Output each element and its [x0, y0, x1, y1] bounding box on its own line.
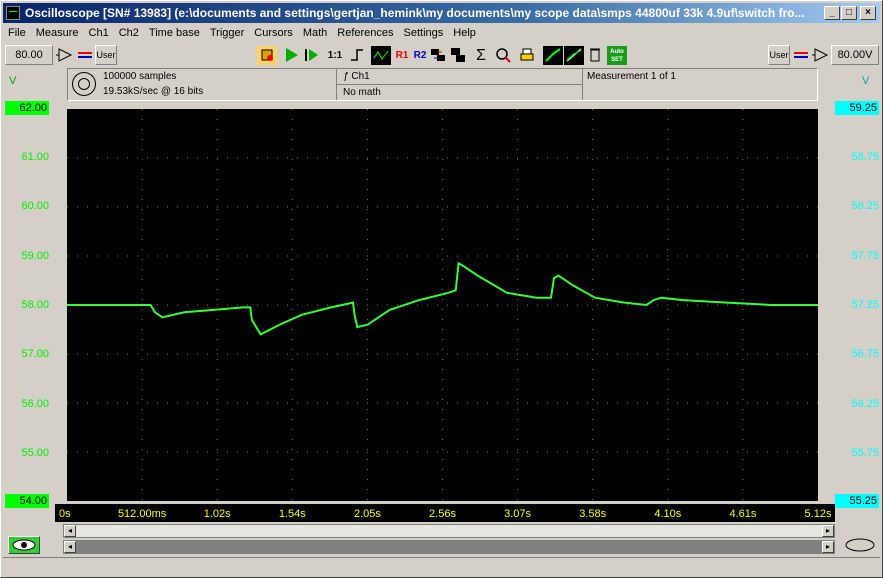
lens-icon[interactable]	[843, 536, 877, 554]
oscilloscope-window: Oscilloscope [SN# 13983] (e:\documents a…	[0, 0, 883, 578]
right-axis-bottom-value: 55.25	[835, 494, 879, 508]
right-axis-tick: 57.75	[851, 250, 879, 262]
scroll-left-icon[interactable]: ◂	[64, 525, 76, 537]
time-axis-tick: 2.05s	[353, 508, 381, 520]
menu-references[interactable]: References	[332, 24, 398, 42]
right-axis-top-value: 59.25	[835, 101, 879, 115]
left-axis-tick: 56.00	[21, 398, 49, 410]
ch2-user-button[interactable]: User	[768, 45, 790, 65]
title-bar[interactable]: Oscilloscope [SN# 13983] (e:\documents a…	[3, 3, 880, 23]
right-axis-tick: 58.75	[851, 151, 879, 163]
sample-rate: 19.53kS/sec @ 16 bits	[103, 86, 204, 97]
right-axis-tick: 57.25	[851, 299, 879, 311]
print-icon[interactable]	[517, 46, 537, 65]
one-to-one-button[interactable]: 1:1	[325, 46, 345, 65]
reference-r2-button[interactable]: R2	[410, 46, 430, 65]
math-status: No math	[343, 87, 381, 98]
left-axis-tick: 60.00	[21, 200, 49, 212]
math-channel-label[interactable]: ƒ Ch1	[340, 69, 370, 84]
time-axis-tick: 3.58s	[579, 508, 607, 520]
persistence-icon[interactable]	[564, 46, 584, 65]
ch1-trace	[67, 261, 818, 336]
menu-trigger[interactable]: Trigger	[205, 24, 249, 42]
plot-grid	[67, 109, 818, 501]
menu-math[interactable]: Math	[298, 24, 332, 42]
menu-measure[interactable]: Measure	[31, 24, 84, 42]
ch2-input-icon[interactable]	[811, 46, 831, 65]
auto-set-button[interactable]: Auto SET	[607, 46, 627, 65]
scope-view-icon[interactable]	[371, 46, 391, 65]
left-axis-tick: 57.00	[21, 348, 49, 360]
measurement-label: Measurement 1 of 1	[587, 71, 676, 82]
ch1-user-button[interactable]: User	[95, 45, 117, 65]
oscilloscope-plot[interactable]	[67, 109, 818, 501]
signal-generator-icon[interactable]	[72, 72, 96, 96]
time-axis-tick: 5.12s	[804, 508, 832, 520]
ch2-coupling-icon[interactable]	[791, 46, 811, 65]
left-axis-bottom-value: 54.00	[5, 494, 49, 508]
maximize-button[interactable]: □	[841, 6, 857, 20]
right-axis-tick: 56.75	[851, 348, 879, 360]
eye-icon[interactable]	[8, 536, 40, 554]
right-axis-tick: 55.75	[851, 447, 879, 459]
menu-settings[interactable]: Settings	[399, 24, 449, 42]
zoom-scroll-right-icon[interactable]: ▸	[822, 541, 834, 553]
hold-icon[interactable]	[585, 46, 605, 65]
ch1-input-icon[interactable]	[55, 46, 75, 65]
display-mode-icon[interactable]	[543, 46, 563, 65]
trigger-edge-icon[interactable]	[347, 46, 367, 65]
math-channel-name: Ch1	[351, 71, 370, 82]
time-axis-tick: 4.10s	[654, 508, 682, 520]
left-axis-unit: V	[9, 75, 17, 87]
left-axis-tick: 55.00	[21, 447, 49, 459]
time-axis-tick: 0s	[59, 508, 71, 520]
right-axis-unit: V	[862, 75, 870, 87]
time-axis-tick: 512.00ms	[117, 508, 167, 520]
ch1-range-select[interactable]: 80.00	[5, 45, 53, 65]
right-axis-tick: 58.25	[851, 200, 879, 212]
menu-cursors[interactable]: Cursors	[249, 24, 298, 42]
menu-help[interactable]: Help	[448, 24, 481, 42]
sum-icon[interactable]: Σ	[471, 46, 491, 65]
sample-count: 100000 samples	[103, 71, 177, 82]
ch2-range-select[interactable]: 80.00V	[831, 45, 879, 65]
menu-ch2[interactable]: Ch2	[114, 24, 144, 42]
ch1-series-line	[67, 261, 818, 336]
zoom-icon[interactable]	[493, 46, 513, 65]
info-bar: 100000 samples 19.53kS/sec @ 16 bits ƒ C…	[67, 68, 818, 101]
time-position-scrollbar[interactable]: ◂ ▸	[63, 524, 835, 538]
left-axis-tick: 59.00	[21, 250, 49, 262]
oscilloscope-app-icon[interactable]	[6, 6, 20, 20]
single-shot-icon[interactable]	[301, 46, 321, 65]
left-axis-tick: 58.00	[21, 299, 49, 311]
time-axis-tick: 2.56s	[429, 508, 456, 520]
menu-bar: File Measure Ch1 Ch2 Time base Trigger C…	[3, 24, 880, 42]
scroll-right-icon[interactable]: ▸	[822, 525, 834, 537]
left-axis-tick: 61.00	[21, 151, 49, 163]
plot-area	[67, 109, 818, 501]
record-icon[interactable]	[257, 46, 277, 65]
reference-r1-button[interactable]: R1	[392, 46, 412, 65]
window-title: Oscilloscope [SN# 13983] (e:\documents a…	[25, 6, 805, 20]
zoom-scrollbar[interactable]: ◂ ▸	[63, 540, 835, 554]
menu-ch1[interactable]: Ch1	[84, 24, 114, 42]
status-bar	[3, 557, 880, 575]
start-icon[interactable]	[281, 46, 301, 65]
right-axis-tick: 56.25	[851, 398, 879, 410]
zoom-scroll-left-icon[interactable]: ◂	[64, 541, 76, 553]
left-axis-top-value: 62.00	[5, 101, 49, 115]
time-axis-tick: 1.02s	[203, 508, 231, 520]
menu-time-base[interactable]: Time base	[144, 24, 205, 42]
toolbar: 80.00 User 1:1 R1 R2 Σ Auto SET User 80.…	[3, 43, 880, 67]
reference-copy-icon[interactable]	[428, 46, 448, 65]
close-button[interactable]: ×	[860, 6, 876, 20]
time-axis-tick: 4.61s	[729, 508, 757, 520]
menu-file[interactable]: File	[3, 24, 31, 42]
time-axis-tick: 3.07s	[504, 508, 532, 520]
minimize-button[interactable]: _	[824, 6, 840, 20]
reference-swap-icon[interactable]	[448, 46, 468, 65]
time-axis-tick: 1.54s	[278, 508, 306, 520]
ch1-coupling-icon[interactable]	[75, 46, 95, 65]
